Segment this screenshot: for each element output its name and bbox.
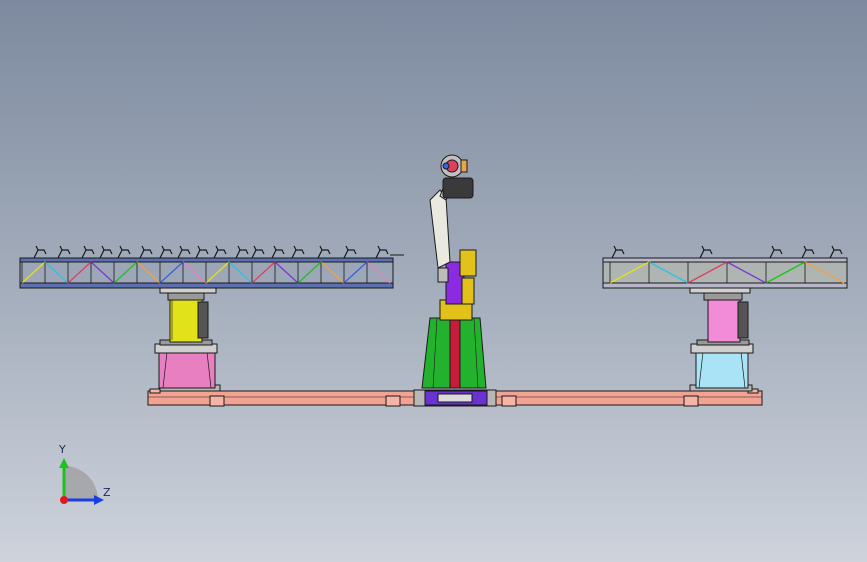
cad-assembly-drawing (19, 154, 848, 505)
coordinate-triad (59, 458, 104, 505)
left-truss-fixture (19, 245, 404, 289)
fixture-clamp (291, 245, 305, 259)
fixture-clamp (117, 245, 131, 259)
fixture-clamp (57, 245, 71, 259)
fixture-clamp (99, 245, 113, 259)
x-axis-point (60, 496, 68, 504)
right-positioner (689, 287, 754, 392)
fixture-clamp (177, 245, 191, 259)
right-truss-fixture (602, 245, 848, 289)
fixture-clamp (829, 245, 843, 259)
fixture-clamp (195, 245, 209, 259)
fixture-clamp (769, 245, 783, 259)
fixture-clamp (801, 245, 815, 259)
fixture-clamp (81, 245, 95, 259)
y-axis-label: Y (59, 443, 66, 456)
welding-robot (413, 154, 497, 407)
left-positioner (154, 287, 221, 392)
model-viewport[interactable]: Y Z (0, 0, 867, 562)
fixture-clamp (235, 245, 249, 259)
fixture-clamp (251, 245, 265, 259)
fixture-clamp (699, 245, 713, 259)
fixture-clamp (317, 245, 331, 259)
fixture-clamp (611, 245, 625, 259)
fixture-clamp (33, 245, 47, 259)
fixture-clamp (139, 245, 153, 259)
fixture-clamp (213, 245, 227, 259)
fixture-clamp (375, 245, 389, 259)
fixture-clamp (159, 245, 173, 259)
fixture-clamp (271, 245, 285, 259)
z-axis-label: Z (103, 486, 111, 499)
fixture-clamp (343, 245, 357, 259)
